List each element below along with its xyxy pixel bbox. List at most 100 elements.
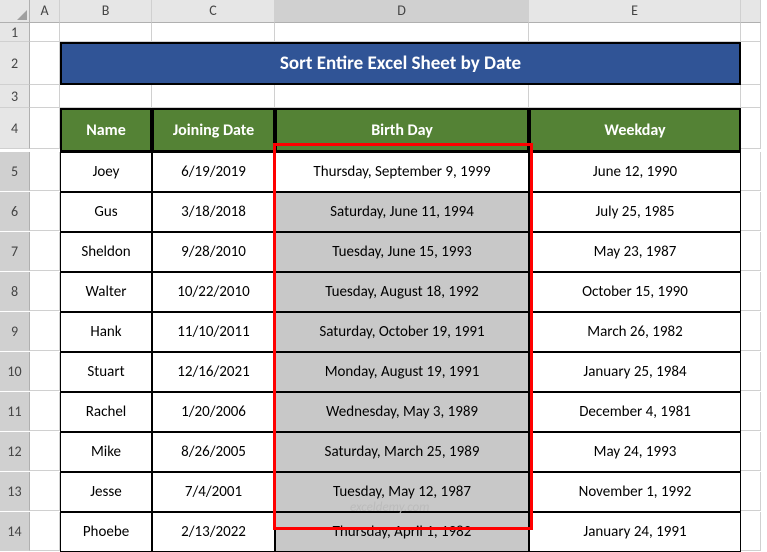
cell-extra1[interactable] xyxy=(741,23,761,42)
cell-weekday-14[interactable]: January 24, 1991 xyxy=(529,512,741,552)
cell-C3[interactable] xyxy=(152,85,275,108)
cell-extra2[interactable] xyxy=(741,42,761,85)
cell-E3[interactable] xyxy=(529,85,741,108)
cell-joining-7[interactable]: 9/28/2010 xyxy=(152,232,275,272)
cell-birthday-13[interactable]: Tuesday, May 12, 1987 xyxy=(275,472,529,512)
cell-joining-9[interactable]: 11/10/2011 xyxy=(152,312,275,352)
cell-weekday-9[interactable]: March 26, 1982 xyxy=(529,312,741,352)
cell-weekday-10[interactable]: January 25, 1984 xyxy=(529,352,741,392)
cell-A13[interactable] xyxy=(30,472,60,511)
cell-name-8[interactable]: Walter xyxy=(60,272,152,312)
col-header-B[interactable]: B xyxy=(60,0,152,23)
cell-extra10[interactable] xyxy=(741,352,761,391)
th-name[interactable]: Name xyxy=(60,108,152,152)
cell-name-6[interactable]: Gus xyxy=(60,192,152,232)
cell-C1[interactable] xyxy=(152,23,275,42)
cell-extra9[interactable] xyxy=(741,312,761,351)
cell-A9[interactable] xyxy=(30,312,60,351)
cell-extra4[interactable] xyxy=(741,108,761,149)
cell-A2[interactable] xyxy=(30,42,60,85)
row-header-11[interactable]: 11 xyxy=(0,392,30,431)
row-header-7[interactable]: 7 xyxy=(0,232,30,271)
th-joining[interactable]: Joining Date xyxy=(152,108,275,152)
row-header-8[interactable]: 8 xyxy=(0,272,30,311)
cell-A14[interactable] xyxy=(30,512,60,551)
col-header-extra[interactable] xyxy=(741,0,761,23)
row-header-2[interactable]: 2 xyxy=(0,42,30,85)
cell-B3[interactable] xyxy=(60,85,152,108)
cell-extra5[interactable] xyxy=(741,152,761,191)
cell-joining-6[interactable]: 3/18/2018 xyxy=(152,192,275,232)
cell-extra6[interactable] xyxy=(741,192,761,231)
cell-joining-11[interactable]: 1/20/2006 xyxy=(152,392,275,432)
cell-D1[interactable] xyxy=(275,23,529,42)
cell-A10[interactable] xyxy=(30,352,60,391)
cell-birthday-7[interactable]: Tuesday, June 15, 1993 xyxy=(275,232,529,272)
cell-B1[interactable] xyxy=(60,23,152,42)
cell-birthday-12[interactable]: Saturday, March 25, 1989 xyxy=(275,432,529,472)
row-header-13[interactable]: 13 xyxy=(0,472,30,511)
row-header-1[interactable]: 1 xyxy=(0,23,30,42)
cell-birthday-6[interactable]: Saturday, June 11, 1994 xyxy=(275,192,529,232)
cell-birthday-8[interactable]: Tuesday, August 18, 1992 xyxy=(275,272,529,312)
col-header-C[interactable]: C xyxy=(152,0,275,23)
cell-birthday-14[interactable]: Thursday, April 1, 1982 xyxy=(275,512,529,552)
row-header-3[interactable]: 3 xyxy=(0,85,30,108)
cell-joining-8[interactable]: 10/22/2010 xyxy=(152,272,275,312)
cell-A3[interactable] xyxy=(30,85,60,108)
cell-A5[interactable] xyxy=(30,152,60,191)
cell-name-12[interactable]: Mike xyxy=(60,432,152,472)
cell-birthday-9[interactable]: Saturday, October 19, 1991 xyxy=(275,312,529,352)
cell-extra3[interactable] xyxy=(741,85,761,108)
row-header-6[interactable]: 6 xyxy=(0,192,30,231)
cell-weekday-5[interactable]: June 12, 1990 xyxy=(529,152,741,192)
cell-extra7[interactable] xyxy=(741,232,761,271)
cell-D3[interactable] xyxy=(275,85,529,108)
cell-birthday-10[interactable]: Monday, August 19, 1991 xyxy=(275,352,529,392)
cell-A7[interactable] xyxy=(30,232,60,271)
cell-name-9[interactable]: Hank xyxy=(60,312,152,352)
row-header-9[interactable]: 9 xyxy=(0,312,30,351)
cell-weekday-11[interactable]: December 4, 1981 xyxy=(529,392,741,432)
cell-joining-13[interactable]: 7/4/2001 xyxy=(152,472,275,512)
cell-weekday-8[interactable]: October 15, 1990 xyxy=(529,272,741,312)
cell-A4[interactable] xyxy=(30,108,60,149)
cell-weekday-13[interactable]: November 1, 1992 xyxy=(529,472,741,512)
cell-weekday-7[interactable]: May 23, 1987 xyxy=(529,232,741,272)
select-all-corner[interactable] xyxy=(0,0,30,23)
cell-name-10[interactable]: Stuart xyxy=(60,352,152,392)
cell-A8[interactable] xyxy=(30,272,60,311)
th-birthday[interactable]: Birth Day xyxy=(275,108,529,152)
row-header-5[interactable]: 5 xyxy=(0,152,30,191)
row-header-4[interactable]: 4 xyxy=(0,108,30,149)
cell-weekday-12[interactable]: May 24, 1993 xyxy=(529,432,741,472)
cell-A6[interactable] xyxy=(30,192,60,231)
cell-name-7[interactable]: Sheldon xyxy=(60,232,152,272)
cell-name-13[interactable]: Jesse xyxy=(60,472,152,512)
cell-A11[interactable] xyxy=(30,392,60,431)
cell-A1[interactable] xyxy=(30,23,60,42)
cell-extra8[interactable] xyxy=(741,272,761,311)
row-header-10[interactable]: 10 xyxy=(0,352,30,391)
cell-extra13[interactable] xyxy=(741,472,761,511)
col-header-E[interactable]: E xyxy=(529,0,741,23)
cell-weekday-6[interactable]: July 25, 1985 xyxy=(529,192,741,232)
th-weekday[interactable]: Weekday xyxy=(529,108,741,152)
cell-joining-14[interactable]: 2/13/2022 xyxy=(152,512,275,552)
col-header-A[interactable]: A xyxy=(30,0,60,23)
col-header-D[interactable]: D xyxy=(275,0,529,23)
cell-name-11[interactable]: Rachel xyxy=(60,392,152,432)
cell-name-5[interactable]: Joey xyxy=(60,152,152,192)
row-header-12[interactable]: 12 xyxy=(0,432,30,471)
cell-extra14[interactable] xyxy=(741,512,761,551)
cell-extra11[interactable] xyxy=(741,392,761,431)
cell-joining-12[interactable]: 8/26/2005 xyxy=(152,432,275,472)
cell-extra12[interactable] xyxy=(741,432,761,471)
cell-joining-10[interactable]: 12/16/2021 xyxy=(152,352,275,392)
row-header-14[interactable]: 14 xyxy=(0,512,30,551)
cell-E1[interactable] xyxy=(529,23,741,42)
cell-A12[interactable] xyxy=(30,432,60,471)
cell-joining-5[interactable]: 6/19/2019 xyxy=(152,152,275,192)
cell-birthday-11[interactable]: Wednesday, May 3, 1989 xyxy=(275,392,529,432)
cell-name-14[interactable]: Phoebe xyxy=(60,512,152,552)
